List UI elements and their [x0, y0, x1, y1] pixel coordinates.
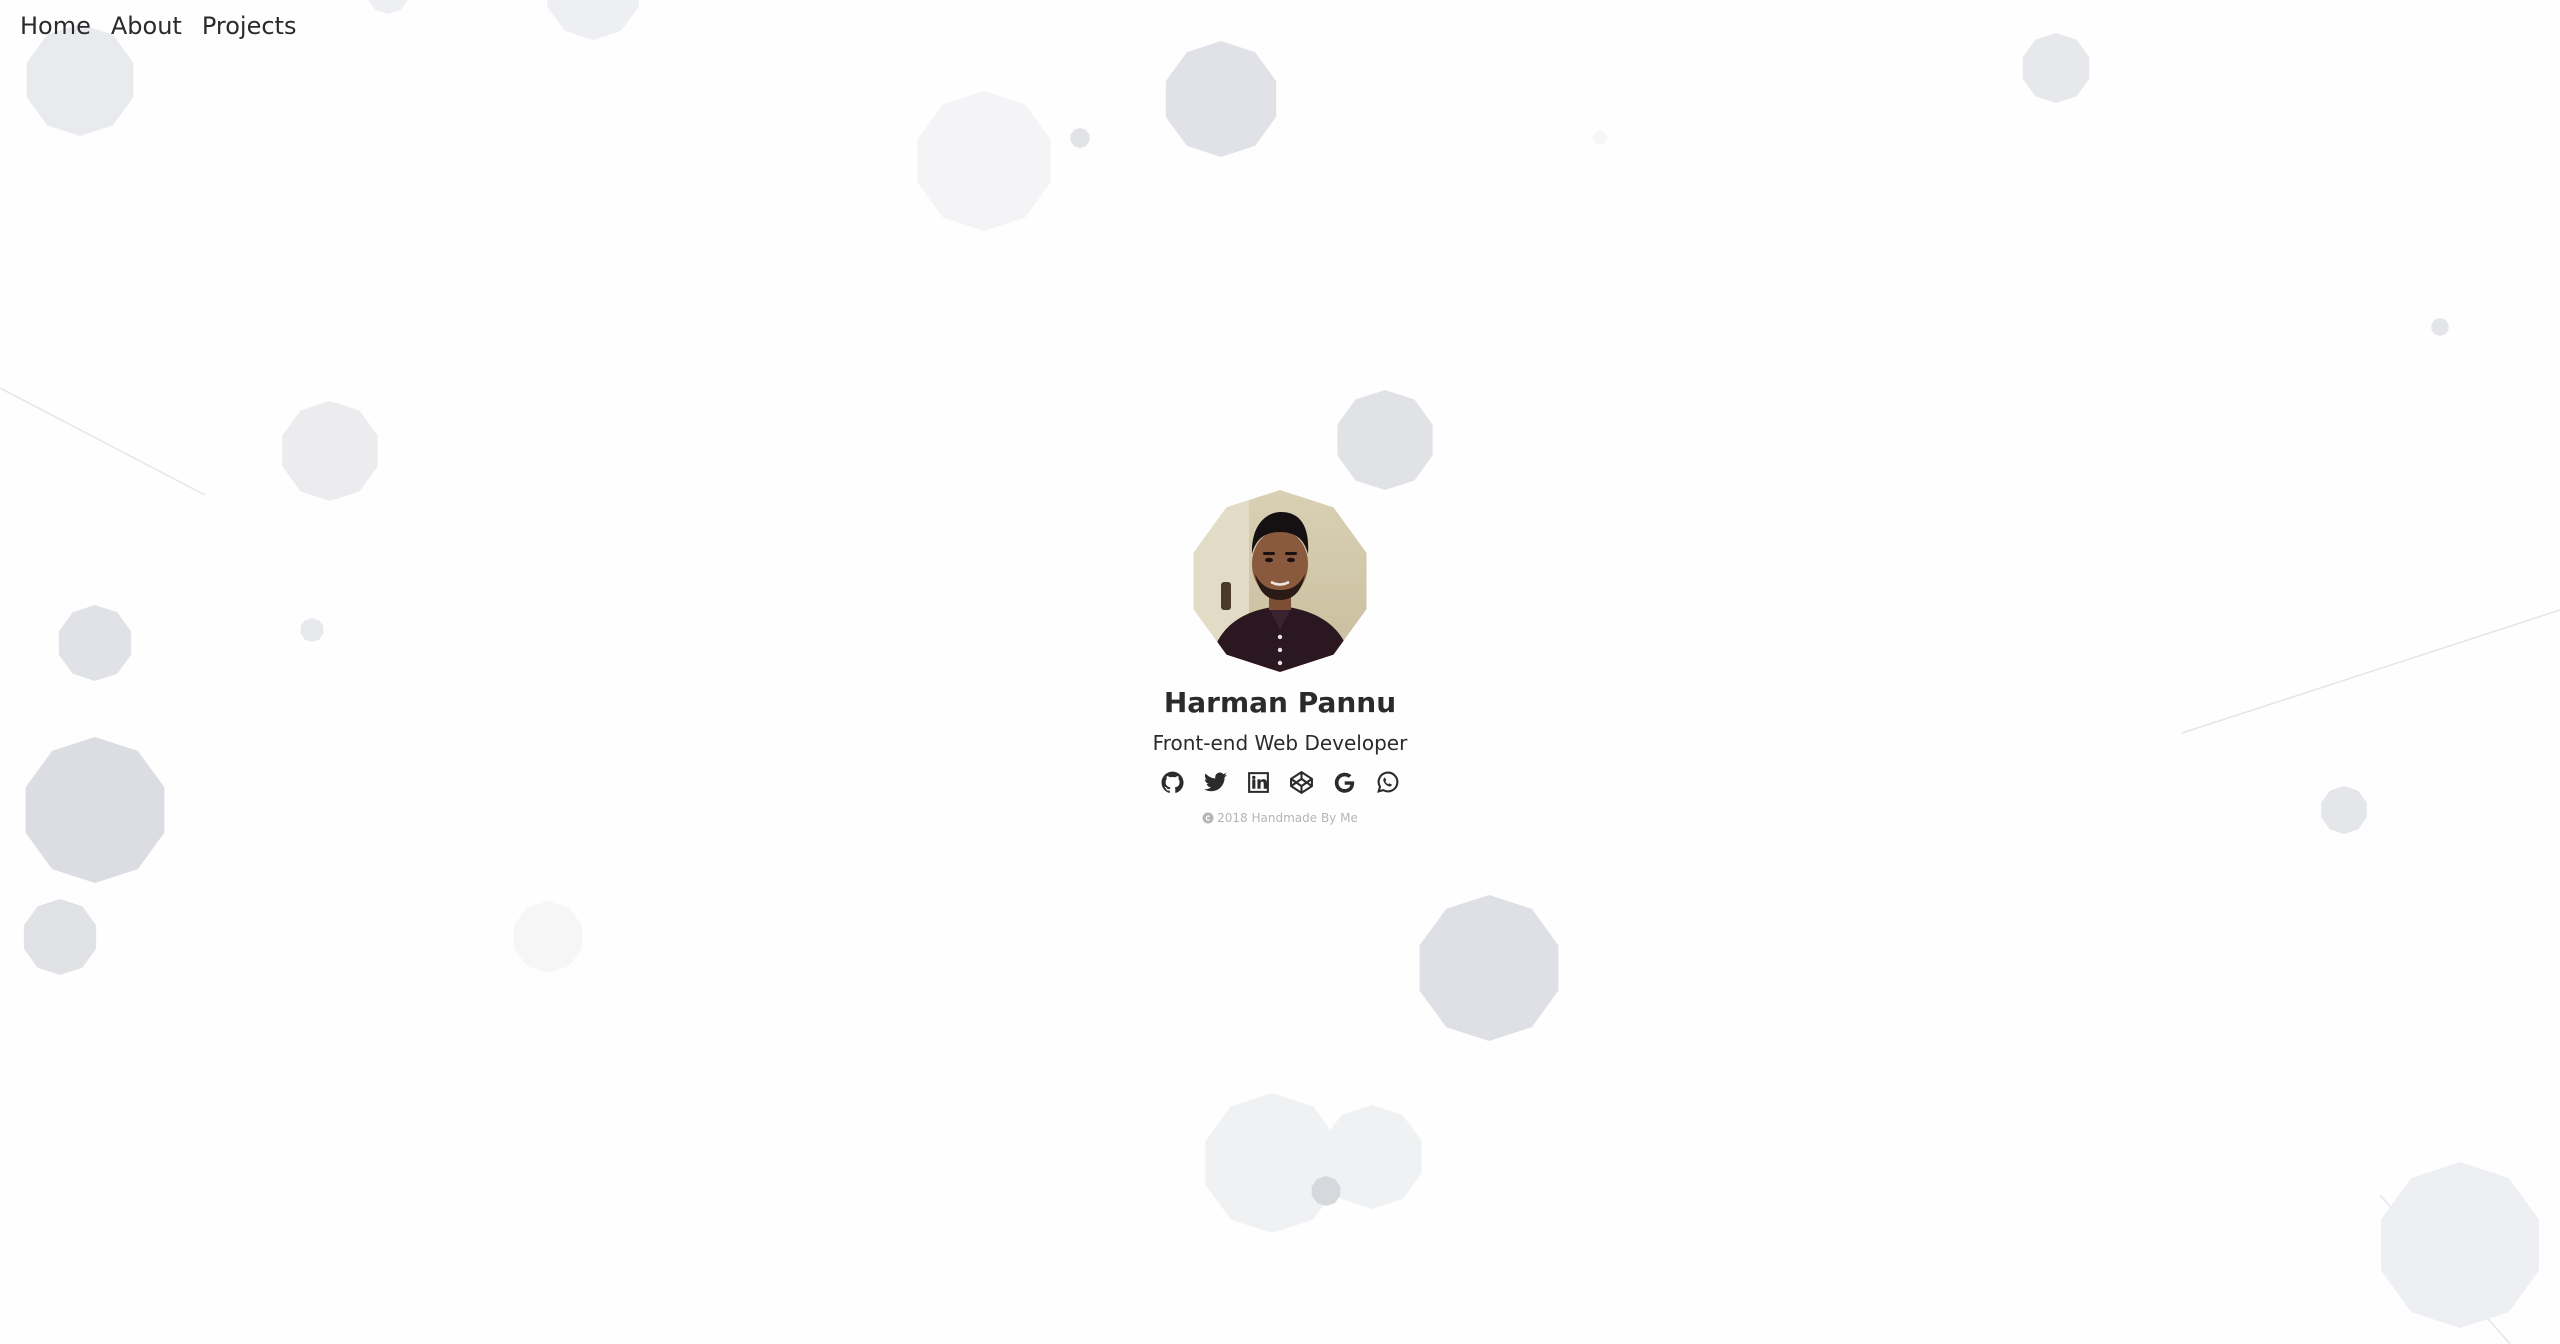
profile-name: Harman Pannu	[1163, 686, 1397, 719]
particle-shape	[2022, 33, 2090, 103]
particle-shape	[2431, 318, 2449, 336]
twitter-icon[interactable]	[1203, 770, 1228, 795]
profile-role: Front-end Web Developer	[1152, 731, 1408, 755]
particle-shape	[58, 605, 132, 681]
particle-shape	[25, 737, 165, 883]
linkedin-icon[interactable]	[1246, 770, 1271, 795]
particle-shape	[1593, 131, 1607, 145]
particle-shape	[513, 901, 583, 973]
profile-card: Harman Pannu Front-end Web Developer 201…	[1080, 490, 1480, 825]
particle-shape	[1419, 895, 1559, 1041]
particle-shape	[23, 899, 97, 975]
top-nav: Home About Projects	[20, 12, 296, 40]
github-icon[interactable]	[1160, 770, 1185, 795]
particle-shape	[917, 91, 1051, 231]
particle-shape	[300, 618, 324, 642]
whatsapp-icon[interactable]	[1375, 770, 1400, 795]
particle-shape	[2381, 1162, 2539, 1328]
nav-projects[interactable]: Projects	[202, 12, 297, 40]
particle-shape	[26, 24, 134, 136]
footer: 2018 Handmade By Me	[1080, 811, 1480, 825]
particle-shape	[547, 0, 639, 40]
particle-shape	[2321, 786, 2367, 834]
social-links	[1080, 770, 1480, 795]
particle-shape	[367, 0, 409, 14]
google-icon[interactable]	[1332, 770, 1357, 795]
footer-text: 2018 Handmade By Me	[1217, 811, 1358, 825]
particle-shape	[1337, 390, 1433, 490]
copyright-icon	[1202, 812, 1214, 824]
codepen-icon[interactable]	[1289, 770, 1314, 795]
particle-shape	[1205, 1093, 1339, 1233]
page: Home About Projects Harman Pannu Front-e…	[0, 0, 2560, 1344]
particle-shape	[1165, 41, 1277, 157]
nav-home[interactable]: Home	[20, 12, 91, 40]
nav-about[interactable]: About	[111, 12, 182, 40]
avatar	[1193, 490, 1367, 672]
particle-shape	[1070, 128, 1090, 148]
particle-shape	[282, 401, 378, 501]
